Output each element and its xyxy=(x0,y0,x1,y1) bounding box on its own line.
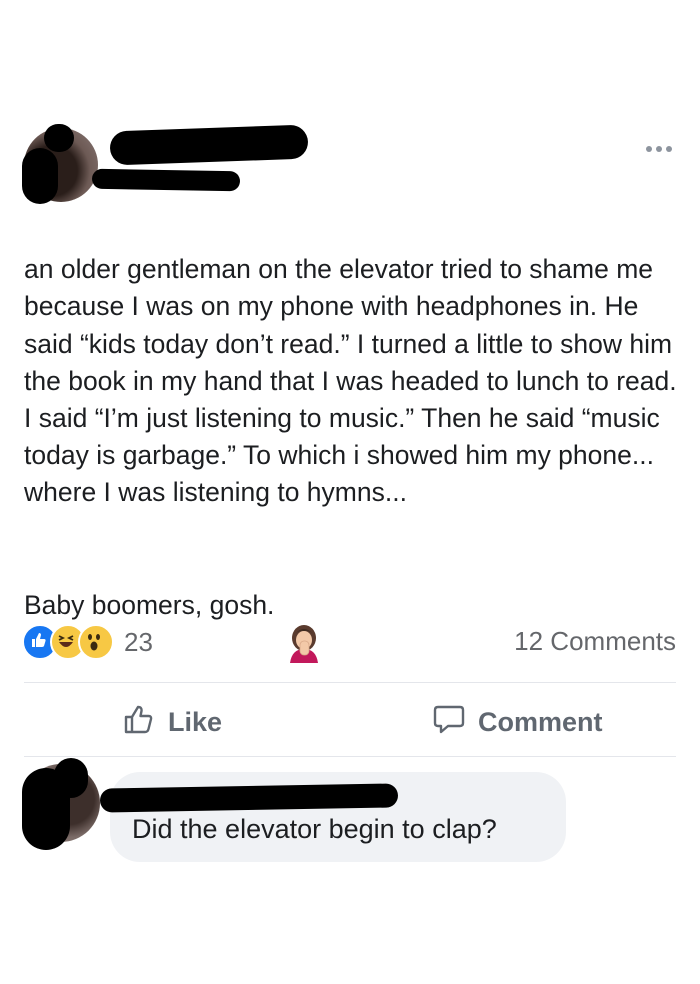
divider xyxy=(24,756,676,757)
post-closing-line: Baby boomers, gosh. xyxy=(24,586,684,664)
comments-count-link[interactable]: 12 Comments xyxy=(514,626,676,657)
facepalm-woman-emoji-icon xyxy=(284,586,324,664)
thumbs-up-icon xyxy=(122,702,156,743)
more-options-icon[interactable] xyxy=(646,142,680,156)
comment-text: Did the elevator begin to clap? xyxy=(132,814,497,844)
like-label: Like xyxy=(168,706,223,737)
reactions-summary[interactable]: 23 xyxy=(22,624,153,660)
comment-bubble-icon xyxy=(432,702,466,743)
post-paragraph: an older gentleman on the elevator tried… xyxy=(24,254,677,508)
divider xyxy=(24,682,676,683)
post-body: an older gentleman on the elevator tried… xyxy=(24,214,684,664)
author-name-redaction[interactable] xyxy=(109,124,309,166)
comment-label: Comment xyxy=(478,706,603,737)
closing-text: Baby boomers, gosh. xyxy=(24,590,275,621)
wow-reaction-icon xyxy=(78,624,114,660)
avatar-redaction xyxy=(54,758,88,798)
reaction-count[interactable]: 23 xyxy=(124,627,153,658)
like-button[interactable]: Like xyxy=(122,700,222,744)
avatar-redaction xyxy=(44,124,74,152)
comment-button[interactable]: Comment xyxy=(432,700,603,744)
post-meta-redaction xyxy=(91,168,241,192)
avatar-redaction xyxy=(22,148,58,204)
